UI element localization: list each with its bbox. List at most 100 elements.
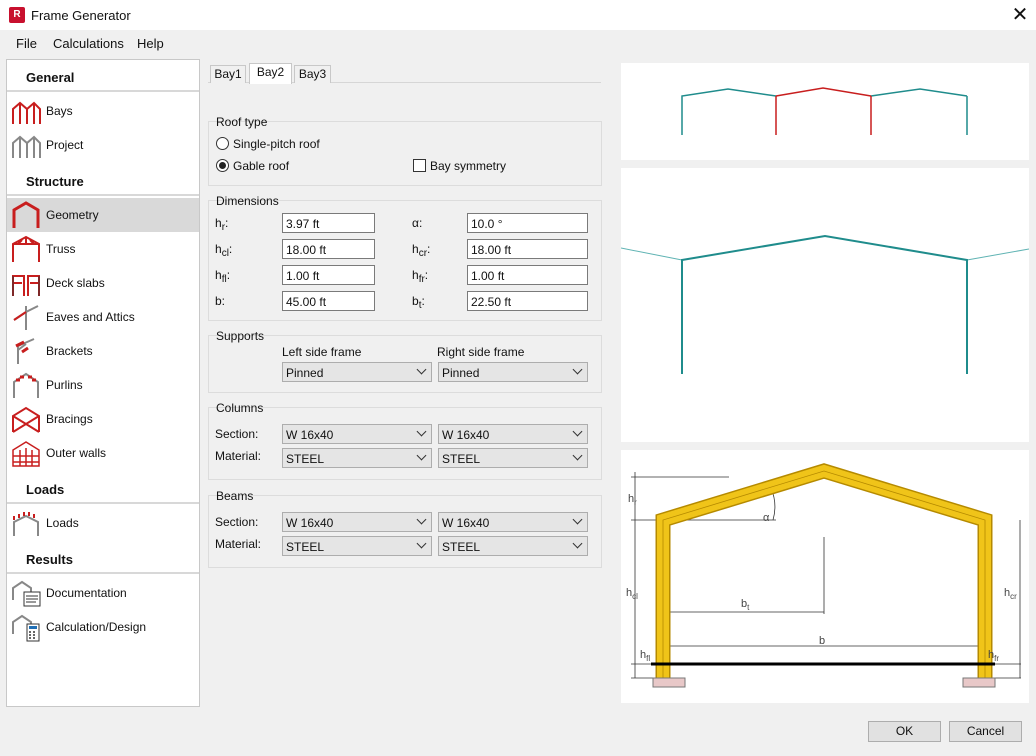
sidebar-item-loads[interactable]: Loads bbox=[7, 506, 199, 540]
sidebar-item-label: Brackets bbox=[46, 344, 93, 358]
window-title: Frame Generator bbox=[31, 8, 131, 23]
outer-walls-icon bbox=[12, 441, 40, 467]
overview-frame-drawing bbox=[681, 87, 968, 135]
sidebar-item-project[interactable]: Project bbox=[7, 128, 199, 162]
beam-section-label: Section: bbox=[215, 515, 259, 529]
sidebar-item-bracings[interactable]: Bracings bbox=[7, 402, 199, 436]
beam-material-left-select[interactable]: STEEL bbox=[282, 536, 432, 556]
sidebar-item-outer-walls[interactable]: Outer walls bbox=[7, 436, 199, 470]
sidebar-item-label: Calculation/Design bbox=[46, 620, 147, 634]
sidebar-item-label: Loads bbox=[46, 516, 79, 530]
sidebar-item-label: Documentation bbox=[46, 586, 127, 600]
sidebar-item-label: Bays bbox=[46, 104, 73, 118]
menu-calculations[interactable]: Calculations bbox=[53, 36, 124, 51]
gable-roof-radio[interactable] bbox=[216, 159, 229, 172]
right-frame-label: Right side frame bbox=[437, 345, 525, 359]
divider bbox=[7, 572, 199, 574]
bay-symmetry-checkbox[interactable] bbox=[413, 159, 426, 172]
sidebar-item-label: Project bbox=[46, 138, 84, 152]
columns-label: Columns bbox=[216, 401, 264, 415]
hfl-dim-text: hfl bbox=[640, 649, 650, 663]
hfr-dim-text: hfr bbox=[988, 649, 999, 663]
documentation-icon bbox=[12, 580, 41, 607]
sidebar-item-brackets[interactable]: Brackets bbox=[7, 334, 199, 368]
frame-drawing bbox=[620, 234, 1030, 374]
bt-input[interactable]: 22.50 ft bbox=[467, 291, 588, 311]
divider bbox=[7, 194, 199, 196]
column-material-label: Material: bbox=[215, 449, 262, 463]
supports-label: Supports bbox=[216, 329, 265, 343]
right-support-select[interactable]: Pinned bbox=[438, 362, 588, 382]
alpha-input[interactable]: 10.0 ° bbox=[467, 213, 588, 233]
hfr-input[interactable]: 1.00 ft bbox=[467, 265, 588, 285]
bays-icon bbox=[12, 101, 41, 124]
single-pitch-label: Single-pitch roof bbox=[233, 137, 320, 151]
section-structure: Structure bbox=[26, 174, 84, 189]
column-section-left-select[interactable]: W 16x40 bbox=[282, 424, 432, 444]
sidebar-item-label: Purlins bbox=[46, 378, 83, 392]
sidebar-item-calculation[interactable]: Calculation/Design bbox=[7, 610, 199, 644]
sidebar-item-label: Eaves and Attics bbox=[46, 310, 135, 324]
beams-label: Beams bbox=[216, 489, 254, 503]
column-section-right-select[interactable]: W 16x40 bbox=[438, 424, 588, 444]
section-loads: Loads bbox=[26, 482, 65, 497]
close-button[interactable]: ✕ bbox=[1006, 2, 1034, 28]
tab-bay2[interactable]: Bay2 bbox=[249, 63, 292, 84]
hfl-input[interactable]: 1.00 ft bbox=[282, 265, 375, 285]
sidebar-item-label: Deck slabs bbox=[46, 276, 105, 290]
bay-tabs: Bay1 Bay2 Bay3 bbox=[208, 63, 601, 84]
sidebar-item-deck-slabs[interactable]: Deck slabs bbox=[7, 266, 199, 300]
hr-input[interactable]: 3.97 ft bbox=[282, 213, 375, 233]
column-material-left-select[interactable]: STEEL bbox=[282, 448, 432, 468]
hcl-dim-text: hcl bbox=[626, 587, 638, 601]
sidebar: General Bays Project Structure Geometry … bbox=[6, 59, 200, 707]
sidebar-item-truss[interactable]: Truss bbox=[7, 232, 199, 266]
beam-material-right-select[interactable]: STEEL bbox=[438, 536, 588, 556]
eaves-icon bbox=[13, 305, 39, 330]
app-icon: R bbox=[9, 7, 25, 23]
tab-bay3[interactable]: Bay3 bbox=[294, 65, 331, 83]
alpha-label: α: bbox=[412, 216, 423, 230]
tab-bay1[interactable]: Bay1 bbox=[210, 65, 246, 83]
sidebar-item-bays[interactable]: Bays bbox=[7, 94, 199, 128]
b-input[interactable]: 45.00 ft bbox=[282, 291, 375, 311]
loads-icon bbox=[13, 512, 39, 536]
alpha-dim-text: α bbox=[763, 512, 770, 524]
sidebar-item-eaves[interactable]: Eaves and Attics bbox=[7, 300, 199, 334]
overview-preview bbox=[621, 63, 1029, 160]
beam-section-right-select[interactable]: W 16x40 bbox=[438, 512, 588, 532]
purlins-icon bbox=[13, 372, 39, 398]
column-material-right-select[interactable]: STEEL bbox=[438, 448, 588, 468]
sidebar-item-label: Outer walls bbox=[46, 446, 107, 460]
left-support-select[interactable]: Pinned bbox=[282, 362, 432, 382]
cancel-button[interactable]: Cancel bbox=[949, 721, 1022, 742]
brackets-icon bbox=[15, 338, 35, 364]
hcr-input[interactable]: 18.00 ft bbox=[467, 239, 588, 259]
menu-bar: File Calculations Help bbox=[0, 31, 1036, 56]
dimension-diagram: hr α hcl hcr bt b hfl hfr bbox=[621, 450, 1029, 703]
sidebar-item-geometry[interactable]: Geometry bbox=[7, 198, 199, 232]
sidebar-item-label: Geometry bbox=[46, 208, 99, 222]
beam-section-left-select[interactable]: W 16x40 bbox=[282, 512, 432, 532]
menu-file[interactable]: File bbox=[16, 36, 37, 51]
project-icon bbox=[12, 135, 41, 158]
truss-icon bbox=[12, 235, 40, 262]
frame-preview bbox=[620, 168, 1030, 442]
menu-help[interactable]: Help bbox=[137, 36, 164, 51]
ok-button[interactable]: OK bbox=[868, 721, 941, 742]
deck-slabs-icon bbox=[12, 275, 40, 296]
beam-material-label: Material: bbox=[215, 537, 262, 551]
hcl-input[interactable]: 18.00 ft bbox=[282, 239, 375, 259]
geometry-icon bbox=[12, 201, 40, 228]
hcr-label: hcr: bbox=[412, 242, 431, 259]
sidebar-item-purlins[interactable]: Purlins bbox=[7, 368, 199, 402]
hcr-dim-text: hcr bbox=[1004, 587, 1017, 601]
gable-roof-label: Gable roof bbox=[233, 159, 290, 173]
single-pitch-radio[interactable] bbox=[216, 137, 229, 150]
hr-label: hr: bbox=[215, 216, 229, 233]
divider bbox=[7, 90, 199, 92]
sidebar-item-documentation[interactable]: Documentation bbox=[7, 576, 199, 610]
bt-label: bt: bbox=[412, 294, 425, 311]
roof-type-label: Roof type bbox=[216, 115, 268, 129]
roof-type-group bbox=[208, 121, 602, 186]
